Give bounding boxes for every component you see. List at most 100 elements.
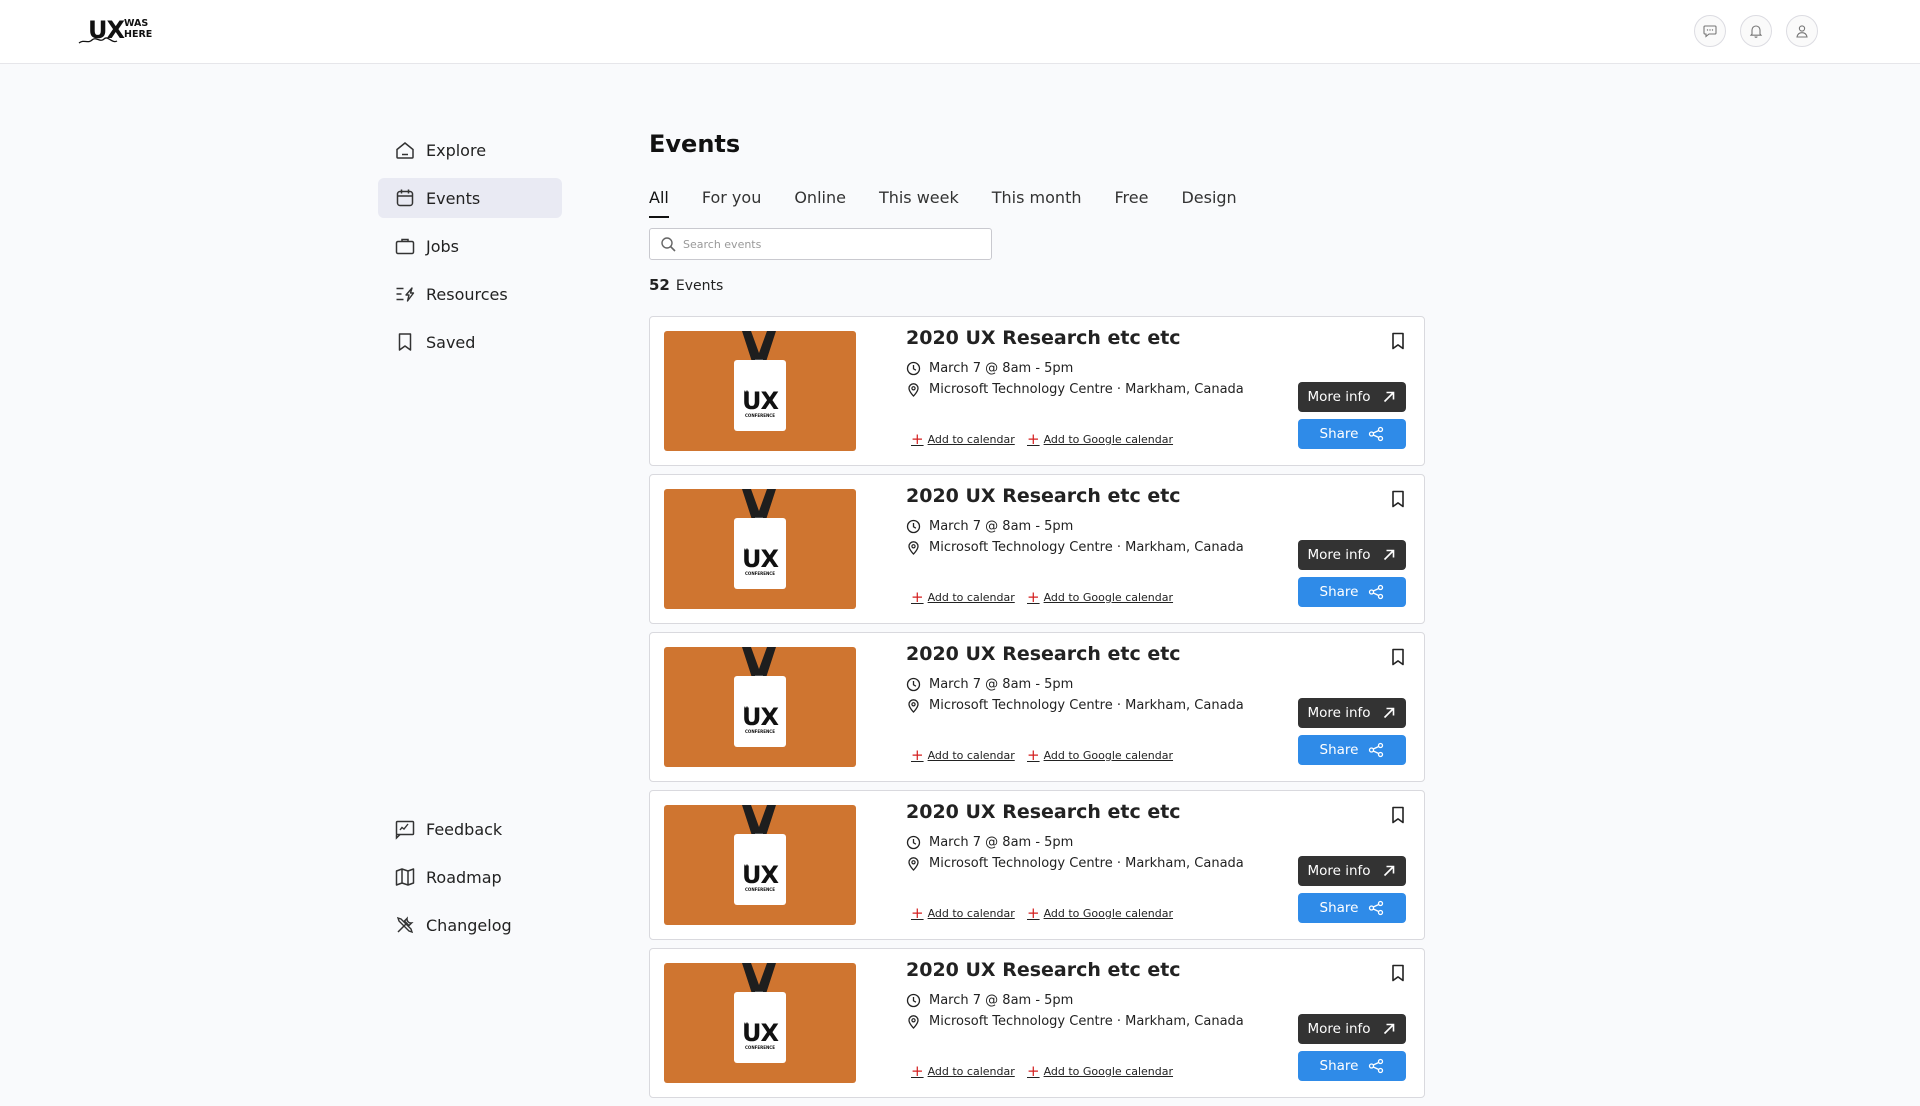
event-card[interactable]: THE UX CONFERENCE 2020 UX Research etc e…: [649, 474, 1425, 624]
sidebar-item-explore[interactable]: Explore: [378, 130, 562, 170]
arrow-up-right-icon: [1383, 865, 1394, 877]
event-time-text: March 7 @ 8am - 5pm: [929, 361, 1074, 376]
sidebar-item-events[interactable]: Events: [378, 178, 562, 218]
badge-the-text: THE: [743, 548, 749, 557]
sidebar-item-label: Jobs: [426, 236, 459, 256]
more-info-button[interactable]: More info: [1298, 856, 1406, 886]
plus-icon: +: [911, 588, 924, 606]
event-card[interactable]: THE UX CONFERENCE 2020 UX Research etc e…: [649, 316, 1425, 466]
feedback-icon: [395, 820, 415, 840]
add-to-google-calendar-label: Add to Google calendar: [1043, 1065, 1174, 1078]
conference-badge: THE UX CONFERENCE: [734, 992, 786, 1063]
bell-icon: [1749, 25, 1763, 38]
add-to-calendar-link[interactable]: + Add to calendar: [911, 588, 1015, 606]
search-input[interactable]: [683, 237, 983, 251]
add-to-google-calendar-link[interactable]: + Add to Google calendar: [1027, 432, 1173, 447]
badge-the-text: THE: [743, 1022, 749, 1031]
search-icon: [661, 236, 676, 252]
tab-this-week[interactable]: This week: [879, 188, 959, 218]
share-button[interactable]: Share: [1298, 893, 1406, 923]
bookmark-icon[interactable]: [1388, 647, 1408, 667]
event-title[interactable]: 2020 UX Research etc etc: [906, 485, 1181, 507]
sidebar-item-jobs[interactable]: Jobs: [378, 226, 562, 266]
sidebar-item-saved[interactable]: Saved: [378, 322, 562, 362]
event-card[interactable]: THE UX CONFERENCE 2020 UX Research etc e…: [649, 948, 1425, 1098]
event-time-text: March 7 @ 8am - 5pm: [929, 677, 1074, 692]
calendar-icon: [396, 189, 414, 207]
add-to-calendar-link[interactable]: + Add to calendar: [911, 906, 1015, 921]
add-to-google-calendar-link[interactable]: + Add to Google calendar: [1027, 906, 1174, 921]
chat-icon: [1703, 25, 1717, 38]
event-card[interactable]: THE UX CONFERENCE 2020 UX Research etc e…: [649, 632, 1425, 782]
more-info-button[interactable]: More info: [1298, 698, 1406, 728]
tab-all[interactable]: All: [649, 188, 669, 218]
sidebar-item-label: Saved: [426, 332, 476, 352]
add-to-google-calendar-label: Add to Google calendar: [1043, 907, 1174, 920]
event-image[interactable]: THE UX CONFERENCE: [664, 805, 856, 925]
share-button[interactable]: Share: [1298, 577, 1406, 607]
profile-button[interactable]: [1786, 15, 1818, 47]
events-count-label: Events: [675, 278, 724, 294]
event-location: Microsoft Technology Centre · Markham, C…: [906, 856, 1244, 871]
event-location: Microsoft Technology Centre · Markham, C…: [906, 698, 1244, 713]
event-time: March 7 @ 8am - 5pm: [906, 993, 1073, 1008]
event-title[interactable]: 2020 UX Research etc etc: [906, 801, 1181, 823]
sidebar-item-label: Changelog: [426, 915, 512, 935]
event-location: Microsoft Technology Centre · Markham, C…: [906, 382, 1244, 397]
event-location: Microsoft Technology Centre · Markham, C…: [906, 1014, 1244, 1029]
event-title[interactable]: 2020 UX Research etc etc: [906, 643, 1181, 665]
notifications-button[interactable]: [1740, 15, 1772, 47]
event-image[interactable]: THE UX CONFERENCE: [664, 489, 856, 609]
tab-for-you[interactable]: For you: [702, 188, 761, 218]
tab-free[interactable]: Free: [1114, 188, 1148, 218]
more-info-button[interactable]: More info: [1298, 540, 1406, 570]
more-info-label: More info: [1307, 863, 1371, 879]
bookmark-icon[interactable]: [1388, 489, 1408, 509]
add-to-calendar-link[interactable]: + Add to calendar: [911, 1064, 1015, 1079]
event-card[interactable]: THE UX CONFERENCE 2020 UX Research etc e…: [649, 790, 1425, 940]
tab-design[interactable]: Design: [1181, 188, 1236, 218]
add-to-google-calendar-link[interactable]: + Add to Google calendar: [1027, 590, 1173, 605]
sidebar-item-changelog[interactable]: Changelog: [378, 905, 562, 945]
tab-online[interactable]: Online: [794, 188, 846, 218]
add-to-google-calendar-link[interactable]: + Add to Google calendar: [1027, 746, 1173, 764]
bookmark-icon[interactable]: [1388, 331, 1408, 351]
share-button[interactable]: Share: [1298, 735, 1406, 765]
add-to-calendar-link[interactable]: + Add to calendar: [911, 748, 1015, 763]
logo[interactable]: UX WAS HERE: [78, 14, 158, 48]
plus-icon: +: [1027, 746, 1040, 764]
event-title[interactable]: 2020 UX Research etc etc: [906, 959, 1181, 981]
clock-icon: [906, 519, 921, 534]
event-time-text: March 7 @ 8am - 5pm: [929, 835, 1074, 850]
share-button[interactable]: Share: [1298, 419, 1406, 449]
bookmark-icon: [398, 333, 412, 351]
bookmark-icon[interactable]: [1388, 963, 1408, 983]
event-time: March 7 @ 8am - 5pm: [906, 519, 1073, 534]
add-to-google-calendar-link[interactable]: + Add to Google calendar: [1027, 1064, 1174, 1079]
more-info-button[interactable]: More info: [1298, 382, 1406, 412]
share-button[interactable]: Share: [1298, 1051, 1406, 1081]
more-info-button[interactable]: More info: [1298, 1014, 1406, 1044]
more-info-label: More info: [1307, 705, 1371, 721]
messages-button[interactable]: [1694, 15, 1726, 47]
more-info-label: More info: [1307, 389, 1371, 405]
sidebar-item-feedback[interactable]: Feedback: [378, 809, 562, 849]
tab-this-month[interactable]: This month: [992, 188, 1082, 218]
sidebar-item-roadmap[interactable]: Roadmap: [378, 857, 562, 897]
page-title: Events: [649, 130, 741, 158]
event-image[interactable]: THE UX CONFERENCE: [664, 647, 856, 767]
share-label: Share: [1319, 584, 1359, 600]
clock-icon: [906, 835, 921, 850]
event-image[interactable]: THE UX CONFERENCE: [664, 331, 856, 451]
add-to-calendar-link[interactable]: + Add to calendar: [911, 432, 1015, 447]
sidebar-item-resources[interactable]: Resources: [378, 274, 562, 314]
arrow-up-right-icon: [1383, 549, 1394, 561]
event-location-text: Microsoft Technology Centre · Markham, C…: [929, 540, 1244, 555]
sidebar-bottom-nav: Feedback Roadmap Changelog: [378, 809, 562, 953]
event-title[interactable]: 2020 UX Research etc etc: [906, 327, 1181, 349]
bookmark-icon[interactable]: [1388, 805, 1408, 825]
event-image[interactable]: THE UX CONFERENCE: [664, 963, 856, 1083]
event-list: THE UX CONFERENCE 2020 UX Research etc e…: [649, 316, 1425, 1098]
add-to-calendar-label: Add to calendar: [927, 1065, 1015, 1078]
badge-conference-text: CONFERENCE: [745, 729, 775, 734]
